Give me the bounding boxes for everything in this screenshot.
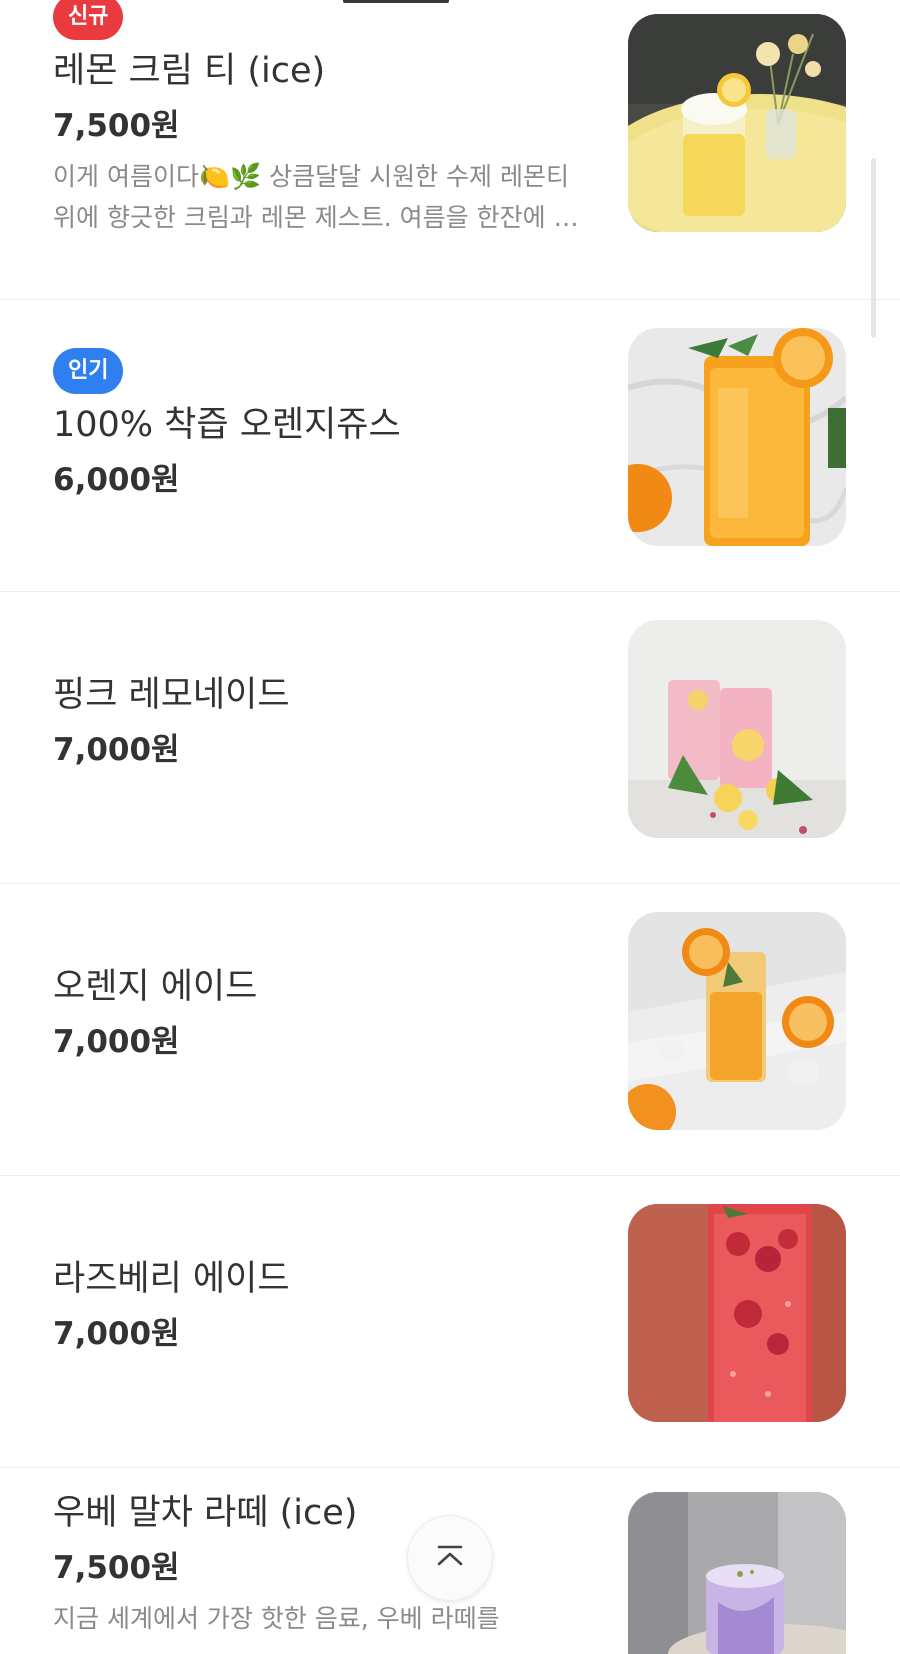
menu-item-text: 우베 말차 라떼 (ice) 7,500원 지금 세계에서 가장 핫한 음료, … [53,1490,593,1639]
menu-item-name: 100% 착즙 오렌지쥬스 [53,405,401,445]
menu-item-pink-lemonade[interactable]: 핑크 레모네이드 7,000원 [0,592,900,884]
menu-item-text: 인기 100% 착즙 오렌지쥬스 6,000원 [53,348,593,500]
scroll-to-top-button[interactable] [407,1515,493,1601]
new-badge: 신규 [53,0,124,40]
menu-item-price: 7,000원 [53,1316,180,1352]
popular-badge: 인기 [53,348,124,394]
ube-matcha-latte-photo[interactable] [628,1492,846,1654]
menu-item-text: 라즈베리 에이드 7,000원 [53,1256,593,1354]
menu-item-price: 7,000원 [53,732,180,768]
menu-item-name: 라즈베리 에이드 [53,1259,290,1299]
menu-item-raspberry-ade[interactable]: 라즈베리 에이드 7,000원 [0,1176,900,1468]
scrollbar[interactable] [871,158,876,338]
menu-item-description: 지금 세계에서 가장 핫한 음료, 우베 라떼를 [53,1604,500,1633]
menu-item-price: 7,500원 [53,1550,180,1586]
menu-item-text: 신규 레몬 크림 티 (ice) 7,500원 이게 여름이다🍋🌿 상큼달달 시… [53,0,593,238]
menu-item-text: 핑크 레모네이드 7,000원 [53,672,593,770]
orange-ade-photo[interactable] [628,912,846,1130]
menu-item-price: 7,500원 [53,108,180,144]
menu-item-name: 오렌지 에이드 [53,967,258,1007]
menu-item-name: 우베 말차 라떼 (ice) [53,1493,358,1533]
orange-juice-photo[interactable] [628,328,846,546]
menu-item-name: 핑크 레모네이드 [53,675,290,715]
pink-lemonade-photo[interactable] [628,620,846,838]
menu-item-text: 오렌지 에이드 7,000원 [53,964,593,1062]
menu-item-lemon-cream-tea[interactable]: 신규 레몬 크림 티 (ice) 7,500원 이게 여름이다🍋🌿 상큼달달 시… [0,0,900,300]
menu-item-price: 7,000원 [53,1024,180,1060]
menu-item-price: 6,000원 [53,462,180,498]
chevron-up-icon [433,1544,467,1572]
raspberry-ade-photo[interactable] [628,1204,846,1422]
menu-item-orange-ade[interactable]: 오렌지 에이드 7,000원 [0,884,900,1176]
menu-item-orange-juice[interactable]: 인기 100% 착즙 오렌지쥬스 6,000원 [0,300,900,592]
lemon-cream-tea-photo[interactable] [628,14,846,232]
menu-item-description: 이게 여름이다🍋🌿 상큼달달 시원한 수제 레몬티 위에 향긋한 크림과 레몬 … [53,162,577,232]
menu-item-name: 레몬 크림 티 (ice) [53,51,326,91]
